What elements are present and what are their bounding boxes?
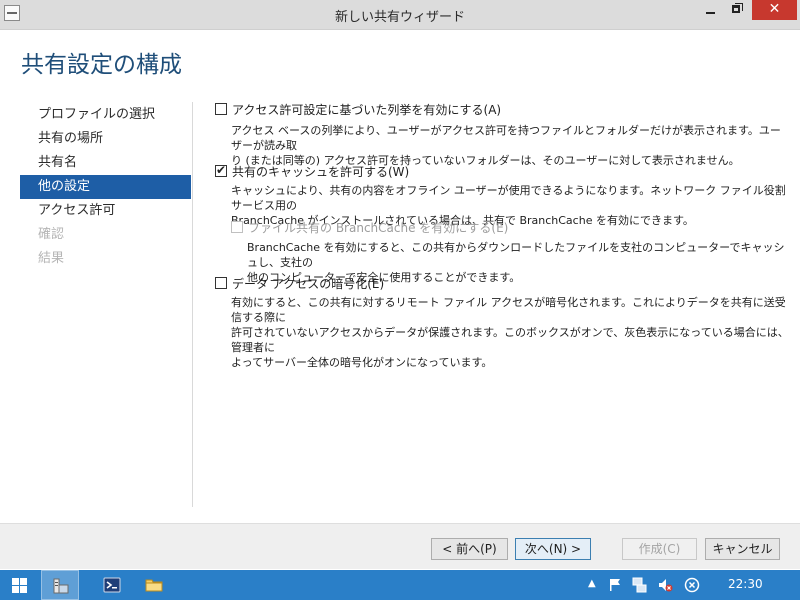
caching-label[interactable]: 共有のキャッシュを許可する(W) xyxy=(232,163,409,180)
access-enum-description: アクセス ベースの列挙により、ユーザーがアクセス許可を持つファイルとフォルダーだ… xyxy=(231,124,781,167)
access-enum-label[interactable]: アクセス許可設定に基づいた列挙を有効にする(A) xyxy=(232,101,501,118)
step-share-location[interactable]: 共有の場所 xyxy=(20,127,191,151)
step-results: 結果 xyxy=(38,251,65,266)
nav-divider xyxy=(192,102,193,507)
step-share-name[interactable]: 共有名 xyxy=(20,151,191,175)
start-button[interactable] xyxy=(0,570,40,600)
access-enum-checkbox[interactable] xyxy=(215,103,227,115)
cancel-button[interactable]: キャンセル xyxy=(705,538,780,560)
encrypt-description: 有効にすると、この共有に対するリモート ファイル アクセスが暗号化されます。これ… xyxy=(231,296,789,369)
step-permissions[interactable]: アクセス許可 xyxy=(20,199,191,223)
network-icon xyxy=(632,577,647,593)
page-title: 共有設定の構成 xyxy=(21,52,182,78)
folder-icon xyxy=(145,579,163,592)
next-button[interactable]: 次へ(N) > xyxy=(515,538,591,560)
window-title: 新しい共有ウィザード xyxy=(334,10,465,25)
minimize-button[interactable] xyxy=(697,0,723,20)
encrypt-label[interactable]: データ アクセスの暗号化(E) xyxy=(232,275,384,292)
previous-button[interactable]: < 前へ(P) xyxy=(431,538,508,560)
taskbar-clock[interactable]: 22:30 xyxy=(728,577,763,591)
branchcache-checkbox xyxy=(231,221,243,233)
caching-checkbox[interactable]: ✔ xyxy=(215,163,227,177)
powershell-icon xyxy=(103,577,121,593)
status-button[interactable] xyxy=(681,570,703,600)
close-button[interactable]: ✕ xyxy=(752,0,797,20)
step-profile[interactable]: プロファイルの選択 xyxy=(20,103,191,127)
stop-circle-icon xyxy=(684,577,700,593)
action-center-button[interactable] xyxy=(606,570,624,600)
minimize-icon xyxy=(706,12,715,14)
wizard-steps-nav: プロファイルの選択 共有の場所 共有名 他の設定 アクセス許可 確認 結果 xyxy=(20,103,191,271)
maximize-button[interactable] xyxy=(723,0,749,20)
checkmark-icon: ✔ xyxy=(216,163,227,177)
caret-up-icon: ▲ xyxy=(588,578,596,589)
step-other-settings[interactable]: 他の設定 xyxy=(20,175,191,199)
flag-icon xyxy=(610,579,620,591)
branchcache-label: ファイル共有の BranchCache を有効にする(E) xyxy=(248,221,509,235)
encrypt-checkbox[interactable] xyxy=(215,277,227,289)
taskbar-powershell[interactable] xyxy=(95,570,129,600)
server-manager-icon xyxy=(53,578,69,594)
show-hidden-icons-button[interactable]: ▲ xyxy=(586,570,600,600)
step-confirmation: 確認 xyxy=(38,227,65,242)
title-bar: 新しい共有ウィザード ✕ xyxy=(0,0,800,30)
volume-muted-icon xyxy=(659,579,673,592)
network-button[interactable] xyxy=(630,570,650,600)
close-icon: ✕ xyxy=(768,1,781,17)
restore-icon xyxy=(732,5,740,13)
taskbar-file-explorer[interactable] xyxy=(137,570,171,600)
volume-button[interactable] xyxy=(655,570,675,600)
taskbar-server-manager[interactable] xyxy=(41,570,79,600)
create-button: 作成(C) xyxy=(622,538,697,560)
